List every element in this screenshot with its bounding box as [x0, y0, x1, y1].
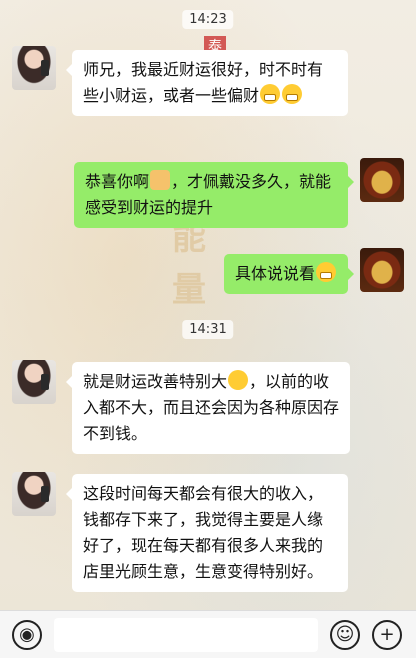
plus-icon[interactable]: + — [372, 620, 402, 650]
message-bubble[interactable]: 具体说说看 — [223, 254, 355, 294]
contact-avatar[interactable] — [12, 46, 56, 90]
my-avatar[interactable] — [360, 158, 404, 202]
message-bubble[interactable]: 师兄，我最近财运很好，时不时有些小财运，或者一些偏财 — [66, 50, 348, 116]
thumbs-up-icon — [150, 170, 171, 190]
message-bubble[interactable]: 恭喜你啊 ，才佩戴没多久，就能感受到财运的提升 — [74, 162, 354, 228]
message-input[interactable] — [54, 618, 318, 652]
input-bar: ◉ ☺ + — [0, 610, 416, 658]
message-text: 恭喜你啊 — [85, 172, 150, 191]
grimacing-face-icon — [316, 262, 336, 282]
heart-eyes-face-icon — [228, 370, 249, 390]
message-text: 就是财运改善特别大 — [83, 372, 228, 391]
message-text: 具体说说看 — [234, 264, 315, 283]
timestamp: 14:31 — [182, 320, 234, 339]
my-avatar[interactable] — [360, 248, 404, 292]
timestamp: 14:23 — [182, 10, 234, 29]
emoji-icon[interactable]: ☺ — [330, 620, 360, 650]
message-bubble[interactable]: 就是财运改善特别大 ，以前的收入都不大，而且还会因为各种原因存不到钱。 — [66, 362, 350, 454]
contact-avatar[interactable] — [12, 360, 56, 404]
grinning-face-icon — [260, 84, 281, 104]
contact-avatar[interactable] — [12, 472, 56, 516]
background-char: 量 — [172, 270, 206, 310]
voice-icon[interactable]: ◉ — [12, 620, 42, 650]
grinning-face-icon — [282, 84, 303, 104]
message-bubble[interactable]: 这段时间每天都会有很大的收入，钱都存下来了，我觉得主要是人缘好了，现在每天都有很… — [66, 474, 348, 592]
message-text: 这段时间每天都会有很大的收入，钱都存下来了，我觉得主要是人缘好了，现在每天都有很… — [83, 484, 324, 581]
